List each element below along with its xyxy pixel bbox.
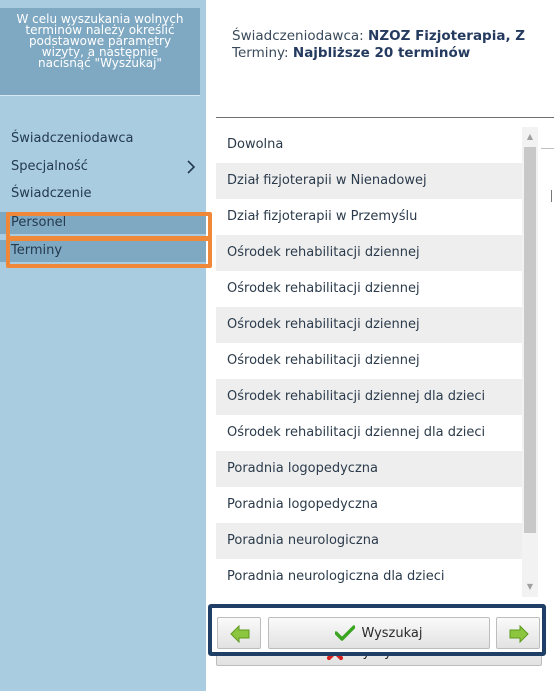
search-hint: W celu wyszukania wolnych terminów należ… [0, 8, 200, 96]
list-item[interactable]: Ośrodek rehabilitacji dziennej dla dziec… [216, 415, 522, 451]
filter-summary: Świadczeniodawca: NZOZ Fizjoterapia, Z T… [232, 28, 525, 62]
terms-label: Terminy: [232, 45, 289, 61]
list-item[interactable]: Poradnia neurologiczna [216, 523, 522, 559]
sidebar-item-label: Świadczeniodawca [11, 131, 134, 146]
list-item[interactable]: Ośrodek rehabilitacji dziennej [216, 271, 522, 307]
sidebar-item-terms[interactable]: Terminy [0, 240, 206, 262]
sidebar-item-specialty[interactable]: Specjalność [0, 156, 206, 178]
sidebar-item-service[interactable]: Świadczenie [0, 183, 206, 205]
sidebar-item-label: Świadczenie [11, 186, 92, 201]
list-item[interactable]: Poradnia logopedyczna [216, 451, 522, 487]
divider [541, 148, 554, 149]
provider-label: Świadczeniodawca: [232, 28, 364, 44]
sidebar-item-label: Personel [11, 215, 67, 230]
list-item[interactable]: Ośrodek rehabilitacji dziennej dla dziec… [216, 379, 522, 415]
options-list: Dowolna Dział fizjoterapii w Nienadowej … [216, 127, 522, 597]
sidebar-item-provider[interactable]: Świadczeniodawca [0, 128, 206, 150]
sidebar-item-label: Terminy [11, 243, 63, 258]
scroll-up-icon[interactable]: ▲ [522, 129, 538, 145]
provider-value: NZOZ Fizjoterapia, Z [368, 28, 526, 44]
terms-value: Najbliższe 20 terminów [292, 45, 471, 61]
list-item[interactable]: Ośrodek rehabilitacji dziennej [216, 343, 522, 379]
provider-line: Świadczeniodawca: NZOZ Fizjoterapia, Z [232, 28, 525, 45]
scroll-thumb[interactable] [524, 147, 536, 533]
list-item[interactable]: Poradnia neurologiczna dla dzieci [216, 559, 522, 595]
header-divider [216, 117, 554, 118]
sidebar-item-staff[interactable]: Personel [0, 212, 206, 234]
list-item[interactable]: Dział fizjoterapii w Nienadowej [216, 163, 522, 199]
sidebar-item-label: Specjalność [11, 159, 88, 174]
list-item[interactable]: Poradnia logopedyczna [216, 487, 522, 523]
list-scrollbar[interactable]: ▲ ▼ [522, 127, 538, 597]
scroll-down-icon[interactable]: ▼ [522, 579, 538, 595]
list-item[interactable]: Dział fizjoterapii w Przemyślu [216, 199, 522, 235]
list-item[interactable]: Ośrodek rehabilitacji dziennej [216, 307, 522, 343]
terms-line: Terminy: Najbliższe 20 terminów [232, 45, 525, 62]
sidebar: W celu wyszukania wolnych terminów należ… [0, 0, 206, 691]
chevron-right-icon [187, 160, 196, 174]
list-item[interactable]: Ośrodek rehabilitacji dziennej [216, 235, 522, 271]
hint-line: nacisnąć "Wyszukaj" [38, 56, 162, 70]
list-item[interactable]: Dowolna [216, 127, 522, 163]
action-bar-highlight [208, 604, 546, 656]
divider [551, 190, 552, 202]
